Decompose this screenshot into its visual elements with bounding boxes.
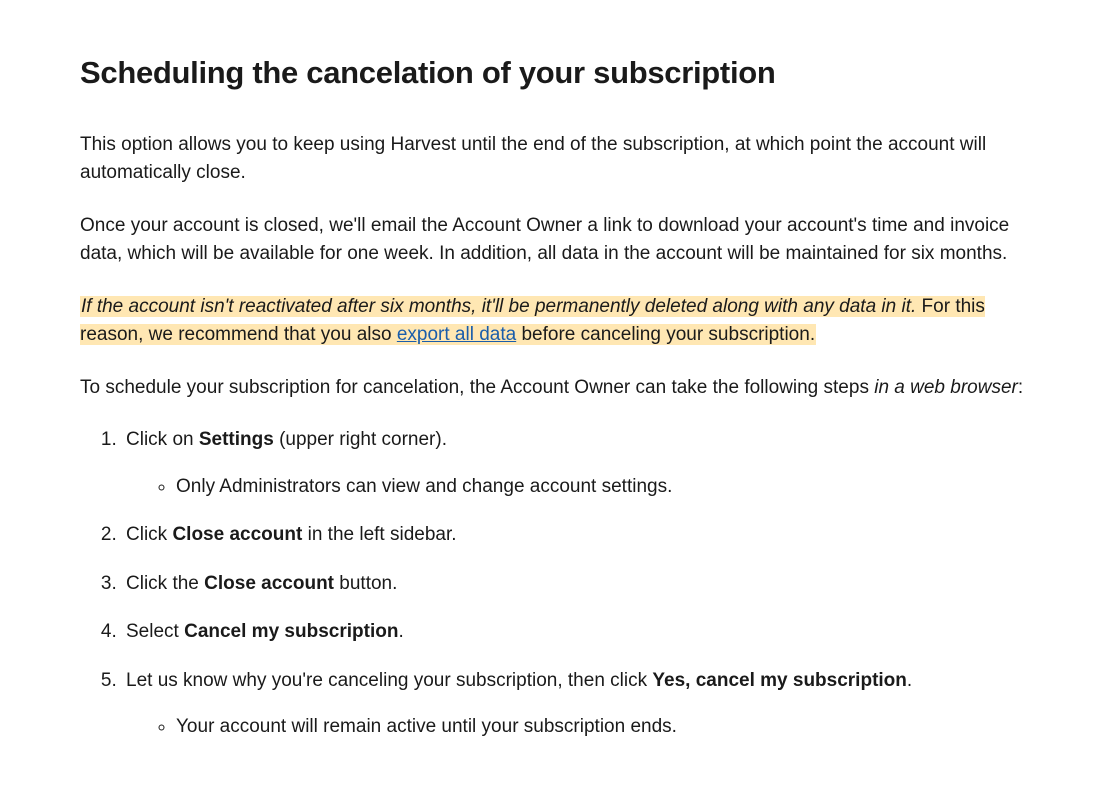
warning-text-post-link: before canceling your subscription. <box>516 324 815 345</box>
step-2-pre: Click <box>126 524 172 545</box>
step-5-sublist: Your account will remain active until yo… <box>176 713 1032 742</box>
step-4-bold: Cancel my subscription <box>184 621 398 642</box>
step-1-post: (upper right corner). <box>274 429 447 450</box>
step-1-bold: Settings <box>199 429 274 450</box>
step-3-bold: Close account <box>204 573 334 594</box>
step-1: Click on Settings (upper right corner). … <box>122 426 1032 501</box>
intro-paragraph-2: Once your account is closed, we'll email… <box>80 212 1032 269</box>
step-2-bold: Close account <box>172 524 302 545</box>
step-5: Let us know why you're canceling your su… <box>122 667 1032 742</box>
warning-italic: If the account isn't reactivated after s… <box>81 296 916 317</box>
step-1-sublist: Only Administrators can view and change … <box>176 473 1032 502</box>
step-1-subitem: Only Administrators can view and change … <box>176 473 1032 502</box>
section-heading: Scheduling the cancelation of your subsc… <box>80 50 1032 97</box>
step-5-subitem: Your account will remain active until yo… <box>176 713 1032 742</box>
warning-highlight: If the account isn't reactivated after s… <box>80 296 985 346</box>
step-2-post: in the left sidebar. <box>302 524 456 545</box>
step-3: Click the Close account button. <box>122 570 1032 599</box>
step-4: Select Cancel my subscription. <box>122 618 1032 647</box>
step-5-bold: Yes, cancel my subscription <box>652 670 907 691</box>
steps-intro-pre: To schedule your subscription for cancel… <box>80 377 874 398</box>
steps-intro-em: in a web browser <box>874 377 1018 398</box>
step-1-pre: Click on <box>126 429 199 450</box>
step-5-pre: Let us know why you're canceling your su… <box>126 670 652 691</box>
intro-paragraph-1: This option allows you to keep using Har… <box>80 131 1032 188</box>
step-5-post: . <box>907 670 912 691</box>
step-3-pre: Click the <box>126 573 204 594</box>
steps-list: Click on Settings (upper right corner). … <box>122 426 1032 742</box>
steps-intro-post: : <box>1018 377 1023 398</box>
step-4-pre: Select <box>126 621 184 642</box>
warning-paragraph: If the account isn't reactivated after s… <box>80 293 1032 350</box>
step-2: Click Close account in the left sidebar. <box>122 521 1032 550</box>
steps-intro: To schedule your subscription for cancel… <box>80 374 1032 403</box>
step-3-post: button. <box>334 573 397 594</box>
step-4-post: . <box>398 621 403 642</box>
export-all-data-link[interactable]: export all data <box>397 324 516 345</box>
